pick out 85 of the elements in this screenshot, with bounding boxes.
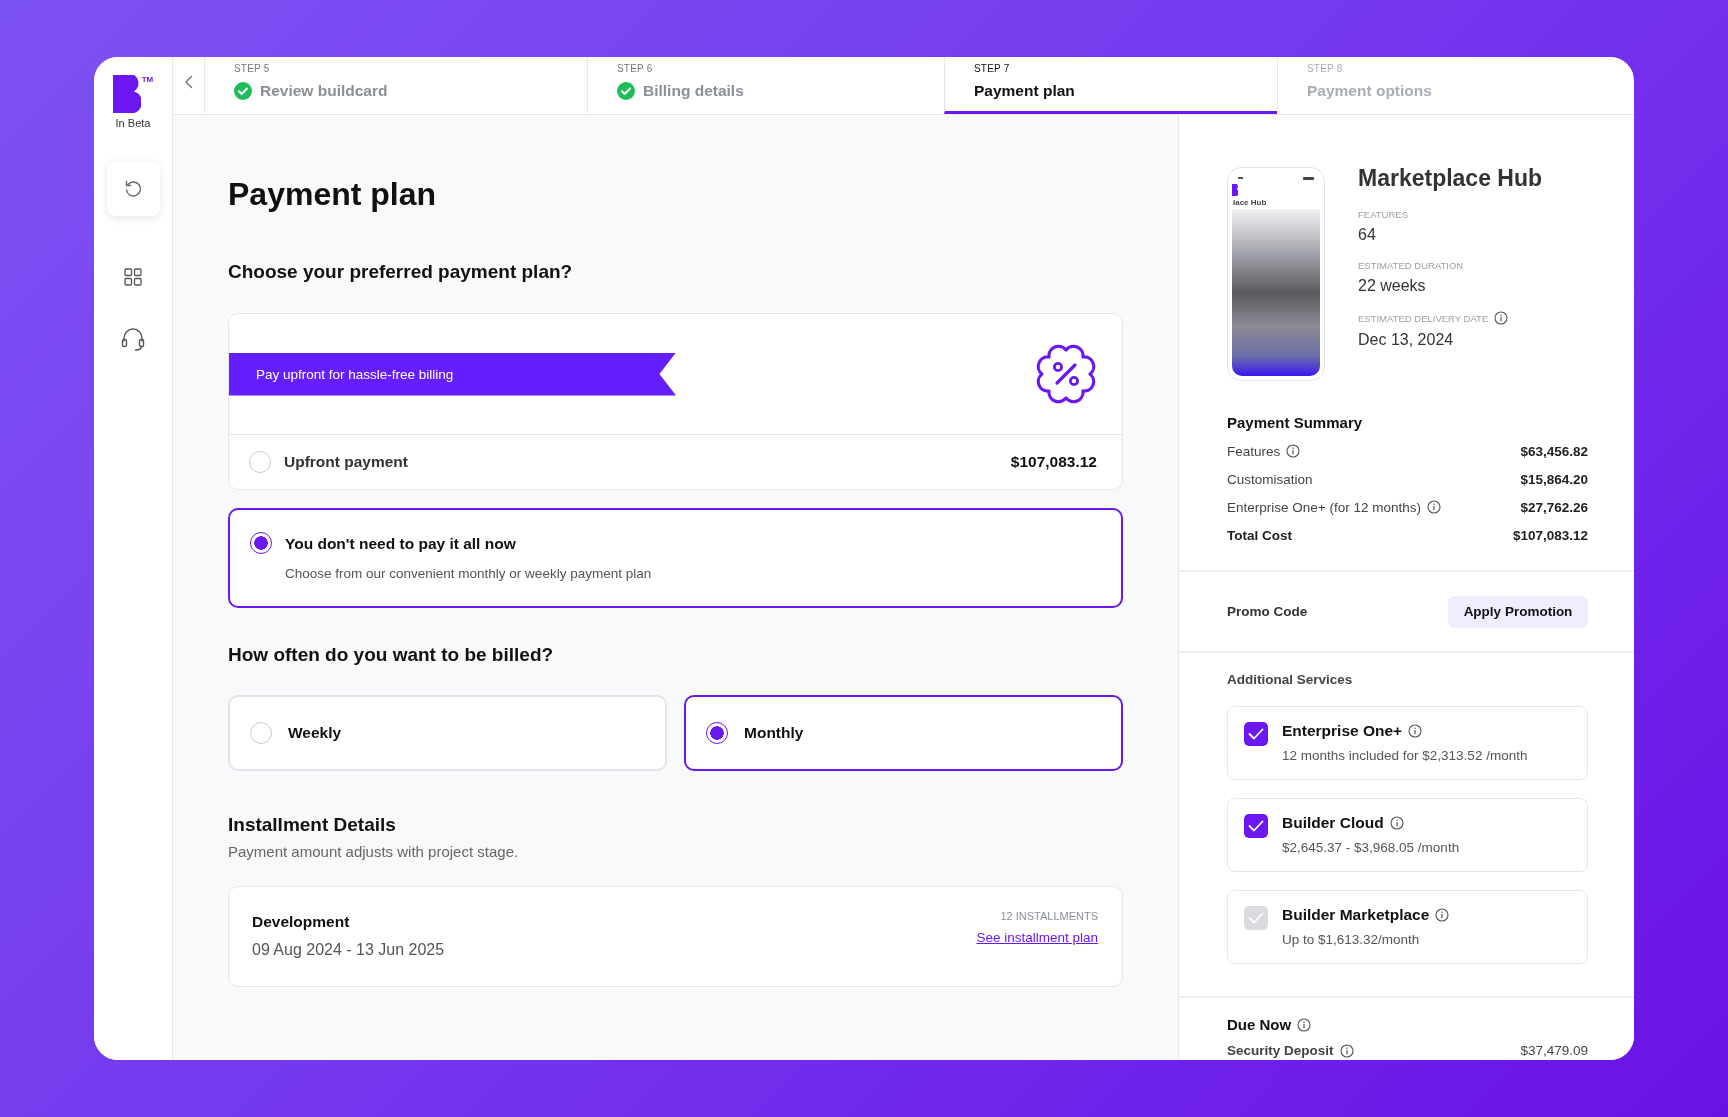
option-label: Upfront payment — [284, 453, 409, 471]
promo-banner: Pay upfront for hassle-free billing — [229, 352, 676, 396]
summary-amount: $107,083.12 — [1512, 527, 1588, 543]
info-icon — [1297, 1017, 1312, 1032]
logo-icon — [112, 75, 141, 113]
billing-option[interactable]: Weekly — [228, 695, 667, 771]
service-name: Builder Marketplace — [1282, 906, 1430, 924]
step-title: Billing details — [643, 82, 744, 100]
option-amount: $107,083.12 — [1010, 453, 1097, 471]
info-icon — [1286, 444, 1301, 458]
headset-icon[interactable] — [120, 326, 146, 352]
chevron-left-icon — [183, 74, 194, 89]
stat-label: ESTIMATED DURATION — [1358, 260, 1464, 271]
option-label: Monthly — [744, 724, 804, 742]
section-heading: Installment Details — [228, 813, 397, 837]
undo-icon — [123, 179, 143, 199]
info-icon — [1408, 724, 1423, 738]
section-heading: Choose your preferred payment plan? — [228, 260, 574, 284]
summary-label: Enterprise One+ (for 12 months) — [1227, 499, 1421, 515]
checkbox[interactable] — [1244, 906, 1268, 930]
service-price: 12 months included for $2,313.52 /month — [1282, 748, 1528, 763]
option-label: Weekly — [288, 724, 342, 742]
checkbox[interactable] — [1244, 814, 1268, 838]
info-icon — [1339, 1043, 1354, 1058]
summary-label: Security Deposit — [1227, 1043, 1334, 1058]
section-heading: Payment Summary — [1227, 414, 1364, 431]
summary-amount: $63,456.82 — [1520, 443, 1588, 459]
summary-label: Total Cost — [1227, 527, 1292, 543]
app-title: lace Hub — [1232, 198, 1268, 207]
summary-label: Customisation — [1227, 471, 1313, 487]
service-name: Enterprise One+ — [1282, 722, 1403, 740]
plan-card[interactable]: Pay upfront for hassle-free billing Upfront payment $107,083.12 — [228, 313, 1123, 490]
section-subtitle: Payment amount adjusts with project stage. — [228, 843, 520, 860]
installment-plan-link[interactable]: See installment plan — [976, 930, 1098, 945]
stage-name: Development — [252, 913, 351, 931]
trademark-mark: TM — [141, 75, 154, 84]
radio-button[interactable] — [706, 722, 728, 744]
page-title: Payment plan — [228, 175, 438, 214]
check-icon — [1248, 728, 1264, 740]
step-title: Review buildcard — [260, 82, 388, 100]
grid-icon[interactable] — [124, 268, 142, 286]
stage-dates: 09 Aug 2024 - 13 Jun 2025 — [252, 941, 445, 959]
installment-count: 12 INSTALLMENTS — [1000, 910, 1098, 922]
check-icon — [1248, 912, 1264, 924]
info-icon — [1389, 816, 1404, 830]
checkbox[interactable] — [1244, 722, 1268, 746]
info-icon — [1494, 311, 1509, 325]
section-heading: Due Now — [1227, 1016, 1292, 1033]
promo-label: Promo Code — [1227, 604, 1308, 619]
step-label: STEP 7 — [974, 63, 1011, 74]
project-name: Marketplace Hub — [1358, 164, 1543, 193]
logo-icon — [1232, 184, 1238, 196]
section-heading: How often do you want to be billed? — [228, 643, 555, 667]
step-label: STEP 5 — [234, 63, 271, 74]
summary-amount: $27,762.26 — [1520, 499, 1588, 515]
battery-icon — [1303, 176, 1314, 180]
stat-value: Dec 13, 2024 — [1358, 331, 1455, 349]
billing-option[interactable]: Monthly — [684, 695, 1123, 771]
info-icon — [1435, 908, 1450, 922]
service-name: Builder Cloud — [1282, 814, 1384, 832]
step-title: Payment options — [1307, 82, 1432, 100]
service-price: Up to $1,613.32/month — [1282, 932, 1421, 947]
summary-amount: $37,479.09 — [1520, 1043, 1588, 1058]
check-icon — [1248, 820, 1264, 832]
section-heading: Additional Services — [1227, 672, 1354, 687]
radio-button[interactable] — [250, 532, 272, 554]
info-icon — [1426, 500, 1441, 514]
step-label: STEP 6 — [617, 63, 654, 74]
step-tab[interactable]: STEP 7 Payment plan — [944, 57, 1277, 114]
stat-label: ESTIMATED DELIVERY DATE — [1358, 312, 1489, 324]
check-circle-icon — [617, 82, 635, 100]
apply-promotion-button[interactable]: Apply Promotion — [1448, 595, 1588, 628]
check-circle-icon — [234, 82, 252, 100]
service-price: $2,645.37 - $3,968.05 /month — [1282, 840, 1460, 855]
option-description: Choose from our convenient monthly or weekly payment plan — [285, 566, 652, 581]
step-title: Payment plan — [974, 82, 1075, 100]
logo-caption: In Beta — [115, 117, 151, 129]
step-label: STEP 8 — [1307, 63, 1344, 74]
summary-amount: $15,864.20 — [1520, 471, 1588, 487]
stat-value: 22 weeks — [1358, 277, 1427, 295]
option-label: You don't need to pay it all now — [285, 535, 517, 553]
summary-label: Features — [1227, 443, 1281, 459]
stat-label: FEATURES — [1358, 209, 1408, 220]
plan-card[interactable]: You don't need to pay it all now Choose from our convenient monthly or weekly payment plan — [228, 508, 1123, 608]
stat-value: 64 — [1358, 226, 1377, 244]
